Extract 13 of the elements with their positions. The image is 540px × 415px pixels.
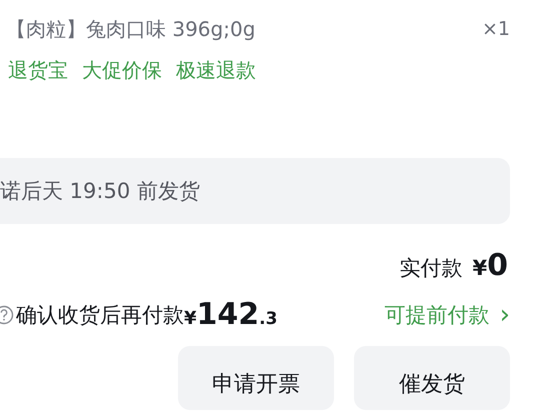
help-icon[interactable] xyxy=(0,304,14,324)
pay-later-amount: ¥142.3 xyxy=(184,297,278,332)
product-spec: 【肉粒】兔肉口味 396g;0g xyxy=(6,16,256,42)
pay-later-label: 确认收货后再付款 xyxy=(16,302,184,328)
service-tag: 退货宝 xyxy=(8,57,68,84)
paid-label: 实付款 xyxy=(400,255,462,282)
action-button[interactable]: 催发货 xyxy=(354,346,510,410)
service-tag: 极速退款 xyxy=(176,57,256,84)
quantity: ×1 xyxy=(482,18,510,40)
service-tag: 大促价保 xyxy=(82,57,162,84)
shipping-notice: 诺后天 19:50 前发货 xyxy=(0,158,510,224)
paid-amount: ¥0 xyxy=(472,248,508,283)
action-button[interactable]: 申请开票 xyxy=(178,346,334,410)
